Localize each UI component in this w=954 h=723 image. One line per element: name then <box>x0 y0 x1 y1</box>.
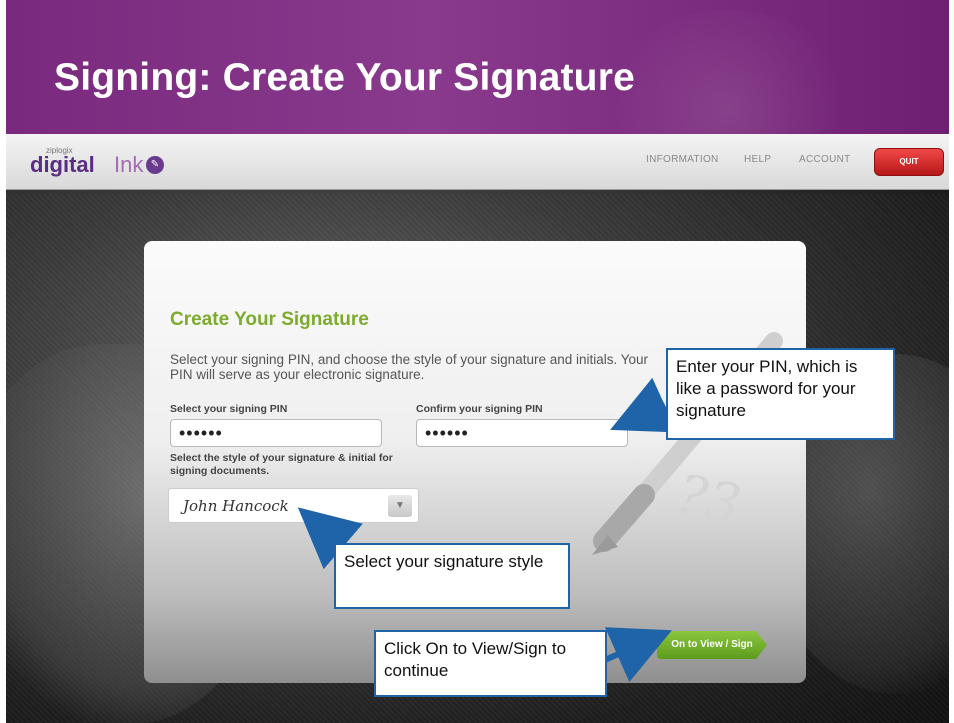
sign-callout-arrow <box>603 627 672 683</box>
slide: Signing: Create Your Signature ziplogix … <box>0 0 954 723</box>
pin-callout-arrow <box>610 377 678 433</box>
callout-style: Select your signature style <box>334 543 570 609</box>
callout-pin: Enter your PIN, which is like a password… <box>666 348 895 440</box>
callout-sign: Click On to View/Sign to continue <box>374 630 607 697</box>
